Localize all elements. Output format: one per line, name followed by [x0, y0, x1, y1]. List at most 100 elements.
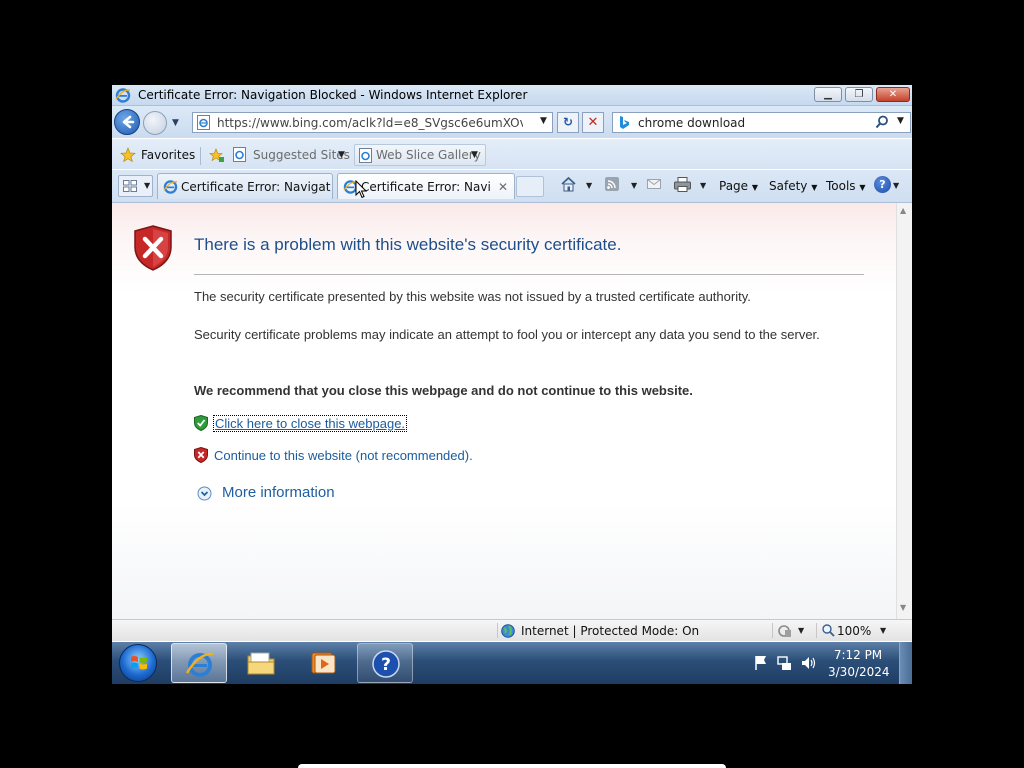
- search-options-dropdown-icon[interactable]: ▼: [897, 116, 904, 126]
- stop-x-icon: ✕: [587, 115, 599, 130]
- internet-explorer-icon: [115, 88, 131, 103]
- forward-button[interactable]: [143, 111, 167, 135]
- action-center-flag-icon[interactable]: [755, 656, 766, 670]
- tab-label: Certificate Error: Navigatio...: [181, 180, 331, 194]
- internet-zone-globe-icon: [501, 624, 515, 638]
- volume-icon[interactable]: [802, 657, 816, 669]
- web-slice-gallery-icon: [359, 148, 372, 163]
- back-button[interactable]: [114, 109, 140, 135]
- stop-button[interactable]: ✕: [582, 112, 604, 133]
- internet-explorer-icon: [185, 652, 214, 677]
- tab-list-dropdown-icon[interactable]: ▼: [144, 181, 150, 190]
- protected-mode-icon[interactable]: [777, 624, 792, 638]
- search-query[interactable]: chrome download: [638, 116, 745, 130]
- minimize-button[interactable]: ▁: [814, 87, 842, 102]
- status-divider: [772, 623, 773, 638]
- start-button[interactable]: [119, 644, 157, 682]
- back-arrow-icon: [122, 115, 135, 129]
- read-mail-icon[interactable]: [647, 179, 661, 189]
- tools-menu-label: Tools: [826, 179, 856, 193]
- print-dropdown-icon[interactable]: ▼: [700, 181, 706, 190]
- taskbar-media-player[interactable]: [295, 643, 351, 683]
- taskbar-help-and-support[interactable]: ?: [357, 643, 413, 683]
- window-title: Certificate Error: Navigation Blocked - …: [138, 88, 528, 102]
- quick-tabs-button[interactable]: ▼: [118, 175, 153, 197]
- status-bar: Internet | Protected Mode: On ▼ 100% ▼: [112, 619, 912, 641]
- taskbar-windows-explorer[interactable]: [233, 643, 289, 683]
- expand-chevron-icon[interactable]: [197, 486, 212, 501]
- tab-certificate-error-1[interactable]: Certificate Error: Navigatio...: [157, 173, 333, 199]
- page-menu-dropdown-icon: ▼: [751, 183, 759, 192]
- more-information-link[interactable]: More information: [222, 484, 335, 501]
- print-icon[interactable]: [674, 177, 691, 192]
- media-player-icon: [311, 652, 336, 674]
- close-tab-icon[interactable]: ✕: [498, 180, 508, 194]
- divider: [194, 274, 864, 275]
- system-tray-icons[interactable]: [752, 654, 822, 672]
- taskbar-internet-explorer[interactable]: [171, 643, 227, 683]
- feeds-icon[interactable]: [605, 177, 619, 191]
- suggested-sites-link[interactable]: Suggested Sites: [253, 148, 350, 162]
- help-icon: ?: [372, 650, 400, 678]
- scroll-up-arrow-icon[interactable]: ▲: [900, 206, 906, 215]
- maximize-button[interactable]: ❐: [845, 87, 873, 102]
- folder-icon: [247, 652, 275, 675]
- zoom-level[interactable]: 100%: [837, 624, 871, 638]
- certificate-issuer-message: The security certificate presented by th…: [194, 289, 751, 304]
- clock-date: 3/30/2024: [828, 665, 890, 679]
- close-window-button[interactable]: ✕: [876, 87, 910, 102]
- help-dropdown-icon[interactable]: ▼: [893, 181, 899, 190]
- add-to-favorites-bar-icon[interactable]: [208, 147, 225, 163]
- tab-label: Certificate Error: Navig...: [361, 180, 491, 194]
- refresh-icon: ↻: [562, 115, 574, 129]
- recent-pages-dropdown[interactable]: ▼: [172, 118, 179, 128]
- continue-to-website-link[interactable]: Continue to this website (not recommende…: [214, 448, 473, 463]
- quick-tabs-grid-icon: [123, 180, 137, 192]
- minimize-icon: ▁: [824, 89, 832, 100]
- protected-mode-dropdown-icon[interactable]: ▼: [798, 626, 804, 635]
- tools-menu[interactable]: Tools ▼: [826, 179, 866, 193]
- title-bar: Certificate Error: Navigation Blocked - …: [112, 85, 912, 106]
- mouse-cursor-icon: [355, 180, 367, 199]
- recommendation-text: We recommend that you close this webpage…: [194, 383, 693, 398]
- show-desktop-button[interactable]: [899, 642, 912, 684]
- favorites-star-icon: [120, 147, 136, 163]
- taskbar-clock[interactable]: 7:12 PM 3/30/2024: [828, 647, 890, 681]
- page-icon: [197, 115, 210, 130]
- suggested-sites-dropdown-icon[interactable]: ▼: [338, 150, 345, 160]
- network-icon[interactable]: [777, 656, 791, 670]
- zoom-dropdown-icon[interactable]: ▼: [880, 626, 886, 635]
- status-divider: [497, 623, 498, 638]
- web-slice-gallery-button[interactable]: Web Slice Gallery ▼: [354, 144, 486, 166]
- safety-menu[interactable]: Safety ▼: [769, 179, 817, 193]
- security-zone-status[interactable]: Internet | Protected Mode: On: [521, 624, 699, 638]
- vertical-scrollbar[interactable]: ▲ ▼: [896, 203, 912, 619]
- home-icon[interactable]: [560, 176, 577, 193]
- feeds-dropdown-icon[interactable]: ▼: [631, 181, 637, 190]
- address-bar[interactable]: https://www.bing.com/aclk?ld=e8_SVgsc6e6…: [192, 112, 553, 133]
- zoom-magnifier-icon[interactable]: [822, 624, 835, 637]
- new-tab-button[interactable]: [516, 176, 544, 197]
- svg-text:?: ?: [381, 655, 391, 675]
- address-dropdown-icon[interactable]: ▼: [540, 116, 547, 126]
- page-menu-label: Page: [719, 179, 749, 193]
- status-divider: [816, 623, 817, 638]
- web-slice-gallery-label: Web Slice Gallery: [376, 148, 481, 162]
- address-url[interactable]: https://www.bing.com/aclk?ld=e8_SVgsc6e6…: [217, 116, 523, 130]
- compatibility-refresh-button[interactable]: ↻: [557, 112, 579, 133]
- suggested-sites-icon: [233, 147, 246, 162]
- navigation-bar: ▼ https://www.bing.com/aclk?ld=e8_SVgsc6…: [112, 106, 912, 138]
- safety-menu-dropdown-icon: ▼: [811, 183, 818, 192]
- safety-menu-label: Safety: [769, 179, 808, 193]
- home-dropdown-icon[interactable]: ▼: [586, 181, 592, 190]
- ie-window: Certificate Error: Navigation Blocked - …: [112, 85, 912, 684]
- help-icon[interactable]: ?: [874, 176, 891, 193]
- favorites-button[interactable]: Favorites: [141, 148, 195, 162]
- search-icon[interactable]: [875, 115, 889, 129]
- scroll-down-arrow-icon[interactable]: ▼: [900, 603, 906, 612]
- page-menu[interactable]: Page ▼: [719, 179, 758, 193]
- search-box[interactable]: chrome download ▼: [612, 112, 911, 133]
- tools-menu-dropdown-icon: ▼: [859, 183, 866, 192]
- close-webpage-link[interactable]: Click here to close this webpage.: [213, 415, 408, 432]
- error-shield-icon: [134, 225, 172, 271]
